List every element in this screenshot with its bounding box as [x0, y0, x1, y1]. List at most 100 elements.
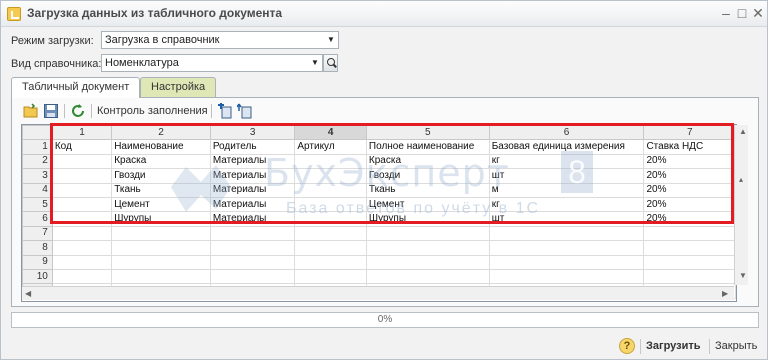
grid-cell[interactable]: Артикул: [294, 139, 367, 155]
grid-cell[interactable]: Гвозди: [365, 168, 490, 184]
grid-cell[interactable]: [365, 240, 490, 256]
grid-cell[interactable]: [643, 254, 736, 270]
grid-cell[interactable]: Цемент: [365, 196, 490, 213]
help-button[interactable]: ?: [619, 338, 635, 354]
row-header[interactable]: 9: [22, 254, 53, 270]
grid-cell[interactable]: [209, 268, 296, 285]
grid-cell[interactable]: [51, 196, 113, 213]
tab-spreadsheet[interactable]: Табличный документ: [11, 77, 141, 98]
grid-cell[interactable]: [294, 254, 367, 270]
grid-cell[interactable]: [294, 168, 367, 184]
grid-cell[interactable]: Материалы: [209, 211, 296, 227]
grid-cell[interactable]: 20%: [643, 153, 736, 170]
grid-cell[interactable]: кг: [488, 153, 645, 170]
grid-cell[interactable]: 20%: [643, 211, 736, 227]
grid-cell[interactable]: [488, 225, 645, 242]
grid-cell[interactable]: Краска: [365, 153, 490, 170]
grid-corner[interactable]: [22, 125, 53, 141]
grid-cell[interactable]: Материалы: [209, 196, 296, 213]
row-header[interactable]: 5: [22, 196, 53, 213]
grid-cell[interactable]: [51, 225, 113, 242]
grid-cell[interactable]: 20%: [643, 168, 736, 184]
row-header[interactable]: 8: [22, 240, 53, 256]
fill-check-button[interactable]: Контроль заполнения: [97, 105, 208, 117]
grid-cell[interactable]: [488, 240, 645, 256]
grid-cell[interactable]: [111, 254, 211, 270]
grid-cell[interactable]: Гвозди: [111, 168, 211, 184]
export-icon[interactable]: [237, 103, 253, 119]
grid-cell[interactable]: [111, 225, 211, 242]
grid-cell[interactable]: Полное наименование: [365, 139, 490, 155]
grid-cell[interactable]: [643, 225, 736, 242]
column-header[interactable]: 1: [51, 125, 113, 141]
grid-cell[interactable]: Цемент: [111, 196, 211, 213]
grid-cell[interactable]: [51, 268, 113, 285]
minimize-icon[interactable]: –: [718, 5, 734, 21]
load-button[interactable]: Загрузить: [646, 340, 701, 352]
grid-cell[interactable]: шт: [488, 211, 645, 227]
column-header[interactable]: 2: [111, 125, 211, 141]
grid-cell[interactable]: Родитель: [209, 139, 296, 155]
grid-cell[interactable]: Материалы: [209, 153, 296, 170]
tab-settings[interactable]: Настройка: [140, 77, 217, 97]
grid-cell[interactable]: [51, 153, 113, 170]
horizontal-scrollbar[interactable]: ◀ ▶: [22, 286, 734, 300]
row-header[interactable]: 3: [22, 168, 53, 184]
grid-cell[interactable]: Материалы: [209, 182, 296, 198]
close-icon[interactable]: ✕: [750, 5, 766, 21]
grid-cell[interactable]: Шурупы: [111, 211, 211, 227]
load-mode-select[interactable]: Загрузка в справочник ▼: [101, 31, 339, 49]
grid-cell[interactable]: кг: [488, 196, 645, 213]
grid-cell[interactable]: [294, 196, 367, 213]
grid-cell[interactable]: [294, 268, 367, 285]
grid-cell[interactable]: 20%: [643, 196, 736, 213]
grid-cell[interactable]: [365, 254, 490, 270]
row-header[interactable]: 10: [22, 268, 53, 285]
scroll-right-icon[interactable]: ▶: [722, 289, 728, 298]
grid-cell[interactable]: [643, 268, 736, 285]
row-header[interactable]: 6: [22, 211, 53, 227]
save-icon[interactable]: [43, 103, 59, 119]
grid-cell[interactable]: Краска: [111, 153, 211, 170]
grid-cell[interactable]: Ткань: [365, 182, 490, 198]
column-header[interactable]: 7: [643, 125, 736, 141]
import-icon[interactable]: [217, 103, 233, 119]
spreadsheet-grid[interactable]: 1 2 3 4 5 6 7 1 Код Наименование Родитель Артикул По…: [21, 124, 737, 302]
close-button[interactable]: Закрыть: [715, 340, 757, 352]
grid-cell[interactable]: [111, 240, 211, 256]
scroll-down-icon[interactable]: ▼: [739, 271, 747, 280]
grid-cell[interactable]: м: [488, 182, 645, 198]
catalog-type-select[interactable]: Номенклатура ▼: [101, 54, 323, 72]
grid-cell[interactable]: Ткань: [111, 182, 211, 198]
row-header[interactable]: 4: [22, 182, 53, 198]
column-header[interactable]: 5: [365, 125, 490, 141]
grid-cell[interactable]: [365, 225, 490, 242]
grid-cell[interactable]: шт: [488, 168, 645, 184]
chevron-down-icon[interactable]: ▼: [308, 55, 322, 71]
grid-cell[interactable]: [643, 240, 736, 256]
grid-cell[interactable]: Код: [51, 139, 113, 155]
grid-cell[interactable]: [294, 225, 367, 242]
grid-cell[interactable]: Шурупы: [365, 211, 490, 227]
grid-cell[interactable]: 20%: [643, 182, 736, 198]
grid-cell[interactable]: [488, 268, 645, 285]
scroll-thumb-icon[interactable]: ▴: [739, 175, 743, 184]
grid-cell[interactable]: [294, 182, 367, 198]
scroll-left-icon[interactable]: ◀: [25, 289, 31, 298]
grid-cell[interactable]: [294, 153, 367, 170]
row-header[interactable]: 7: [22, 225, 53, 242]
column-header[interactable]: 6: [488, 125, 645, 141]
vertical-scrollbar[interactable]: ▲ ▴ ▼: [734, 125, 748, 285]
grid-cell[interactable]: [51, 240, 113, 256]
grid-cell[interactable]: [51, 254, 113, 270]
grid-cell[interactable]: [209, 225, 296, 242]
column-header[interactable]: 3: [209, 125, 296, 141]
grid-cell[interactable]: [111, 268, 211, 285]
grid-cell[interactable]: Базовая единица измерения: [488, 139, 645, 155]
grid-cell[interactable]: [294, 240, 367, 256]
column-header[interactable]: 4: [294, 125, 367, 141]
open-file-icon[interactable]: [23, 103, 39, 119]
row-header[interactable]: 2: [22, 153, 53, 170]
grid-cell[interactable]: Материалы: [209, 168, 296, 184]
grid-cell[interactable]: [51, 211, 113, 227]
